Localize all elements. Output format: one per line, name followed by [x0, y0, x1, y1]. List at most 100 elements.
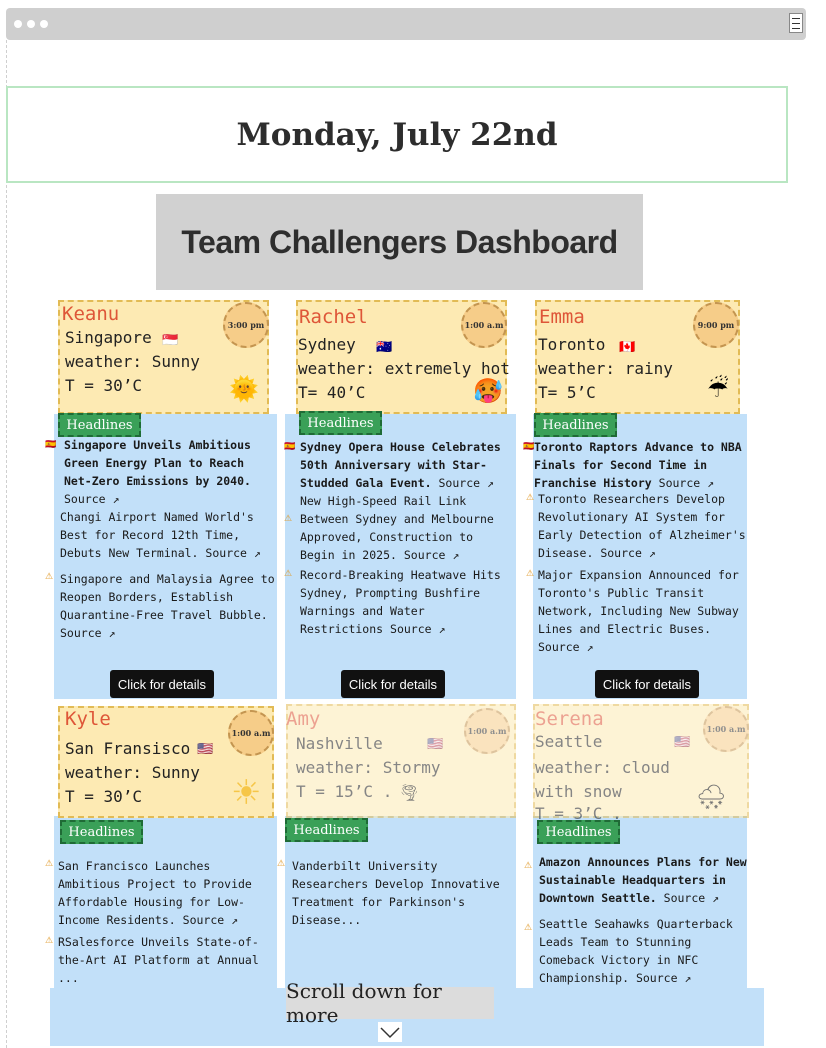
member-city: Seattle — [535, 732, 603, 751]
warning-icon: ⚠ — [277, 859, 286, 869]
headline-item[interactable]: Toronto Raptors Advance to NBA Finals fo… — [534, 438, 748, 492]
details-button-keanu[interactable]: Click for details — [110, 670, 214, 698]
source-link[interactable]: Source ↗ — [390, 622, 445, 636]
source-link[interactable]: Source ↗ — [60, 626, 115, 640]
warning-icon: ⚠ — [284, 514, 293, 524]
local-time-clock: 1:00 a.m — [461, 302, 507, 348]
details-button-emma[interactable]: Click for details — [595, 670, 699, 698]
member-name: Keanu — [62, 303, 120, 325]
member-temperature: T = 15’C . — [296, 782, 393, 801]
spain-flag-icon: 🇪🇸 — [45, 440, 57, 450]
member-weather: weather: Sunny — [65, 763, 200, 782]
source-link[interactable]: Source ↗ — [205, 546, 260, 560]
headline-item[interactable]: Vanderbilt University Researchers Develo… — [292, 857, 514, 929]
headline-item[interactable]: New High-Speed Rail Link Between Sydney … — [300, 492, 514, 564]
member-weather: weather: cloud with snow — [535, 758, 670, 801]
member-card-keanu[interactable]: Keanu Singapore 🇸🇬 weather: Sunny T = 30… — [58, 300, 269, 414]
flag-icon: 🇨🇦 — [619, 340, 636, 355]
member-card-amy[interactable]: Amy Nashville 🇺🇸 weather: Stormy T = 15’… — [286, 704, 516, 818]
umbrella-rain-icon: ☔ — [707, 375, 729, 403]
chevron-down-icon[interactable] — [378, 1022, 402, 1042]
window-dot-icon — [27, 20, 35, 28]
date-header: Monday, July 22nd — [6, 86, 788, 183]
source-link[interactable]: Source ↗ — [538, 640, 593, 654]
headline-item[interactable]: Sydney Opera House Celebrates 50th Anniv… — [300, 438, 514, 492]
snow-cloud-icon: 🌨 — [696, 783, 727, 811]
warning-icon: ⚠ — [45, 572, 54, 582]
source-link[interactable]: Source ↗ — [664, 891, 719, 905]
headline-item[interactable]: Changi Airport Named World's Best for Re… — [60, 508, 276, 562]
scroll-hint: Scroll down for more — [286, 979, 494, 1027]
headlines-tag: Headlines — [58, 413, 141, 437]
member-name: Emma — [539, 306, 585, 328]
headline-item[interactable]: Major Expansion Announced for Toronto's … — [538, 566, 750, 656]
member-name: Rachel — [299, 306, 368, 328]
dashboard-title-box: Team Challengers Dashboard — [156, 194, 643, 290]
local-time-clock: 1:00 a.m — [703, 706, 749, 752]
local-time-clock: 9:00 pm — [693, 302, 739, 348]
flag-icon: 🇸🇬 — [162, 333, 179, 348]
source-link[interactable]: Source ↗ — [404, 548, 459, 562]
page-title: Team Challengers Dashboard — [181, 223, 618, 260]
hot-face-icon: 🥵 — [473, 377, 503, 405]
member-card-kyle[interactable]: Kyle San Fransisco 🇺🇸 weather: Sunny T =… — [58, 706, 274, 818]
page-guide-line — [6, 40, 7, 1048]
headline-item[interactable]: San Francisco Launches Ambitious Project… — [58, 857, 274, 929]
warning-icon: ⚠ — [524, 861, 533, 871]
headlines-tag: Headlines — [534, 413, 617, 437]
flag-icon: 🇺🇸 — [197, 742, 214, 757]
sun-icon: ☀ — [231, 773, 262, 813]
member-weather: weather: rainy — [538, 359, 673, 378]
headline-item[interactable]: Singapore Unveils Ambitious Green Energy… — [64, 436, 269, 508]
window-dot-icon — [40, 20, 48, 28]
member-card-rachel[interactable]: Rachel Sydney 🇦🇺 weather: extremely hot … — [296, 300, 510, 414]
local-time-clock: 1:00 a.m — [228, 710, 274, 756]
headlines-tag: Headlines — [60, 820, 143, 844]
source-link[interactable]: Source ↗ — [600, 546, 655, 560]
source-link[interactable]: Source ↗ — [64, 492, 119, 506]
hamburger-icon[interactable] — [789, 13, 803, 33]
source-link[interactable]: Source ↗ — [659, 476, 714, 490]
member-weather: weather: Sunny — [65, 352, 200, 371]
headline-item[interactable]: Record-Breaking Heatwave Hits Sydney, Pr… — [300, 566, 514, 638]
flag-icon: 🇺🇸 — [427, 737, 444, 752]
source-link[interactable]: Source ↗ — [183, 913, 238, 927]
member-city: Singapore — [65, 328, 152, 347]
member-temperature: T = 30’C — [65, 376, 143, 395]
local-time-clock: 3:00 pm — [223, 302, 269, 348]
member-temperature: T= 40’C — [298, 383, 366, 402]
member-weather: weather: Stormy — [296, 758, 441, 777]
flag-icon: 🇺🇸 — [674, 735, 691, 750]
member-temperature: T = 30’C — [65, 787, 143, 806]
headlines-tag: Headlines — [285, 818, 368, 842]
member-weather: weather: extremely hot — [298, 359, 510, 378]
headline-item[interactable]: Seattle Seahawks Quarterback Leads Team … — [539, 915, 751, 987]
headlines-tag: Headlines — [537, 820, 620, 844]
warning-icon: ⚠ — [45, 936, 54, 946]
headline-item[interactable]: RSalesforce Unveils State-of-the-Art AI … — [58, 933, 274, 987]
headline-item[interactable]: Toronto Researchers Develop Revolutionar… — [538, 490, 750, 562]
source-link[interactable]: Source ↗ — [636, 971, 691, 985]
member-temperature: T= 5’C — [538, 383, 596, 402]
source-link[interactable]: Source ↗ — [439, 476, 494, 490]
tornado-icon: 🌪 — [399, 783, 420, 802]
headline-item[interactable]: Amazon Announces Plans for New Sustainab… — [539, 853, 753, 907]
local-time-clock: 1:00 a.m — [464, 708, 510, 754]
window-dot-icon — [14, 20, 22, 28]
member-city: Sydney — [298, 335, 356, 354]
headline-item[interactable]: Singapore and Malaysia Agree to Reopen B… — [60, 570, 276, 642]
member-card-emma[interactable]: Emma Toronto 🇨🇦 weather: rainy T= 5’C ☔ … — [535, 300, 740, 414]
headlines-tag: Headlines — [299, 411, 382, 435]
warning-icon: ⚠ — [524, 923, 533, 933]
member-city: San Fransisco — [65, 739, 191, 758]
flag-icon: 🇦🇺 — [376, 340, 393, 355]
warning-icon: ⚠ — [526, 493, 535, 503]
warning-icon: ⚠ — [526, 569, 535, 579]
member-card-serena[interactable]: Serena Seattle 🇺🇸 weather: cloud with sn… — [533, 704, 749, 823]
member-name: Amy — [286, 708, 321, 730]
member-city: Nashville — [296, 734, 383, 753]
details-button-rachel[interactable]: Click for details — [341, 670, 445, 698]
window-titlebar — [6, 8, 806, 40]
warning-icon: ⚠ — [45, 859, 54, 869]
date-text: Monday, July 22nd — [236, 116, 558, 153]
